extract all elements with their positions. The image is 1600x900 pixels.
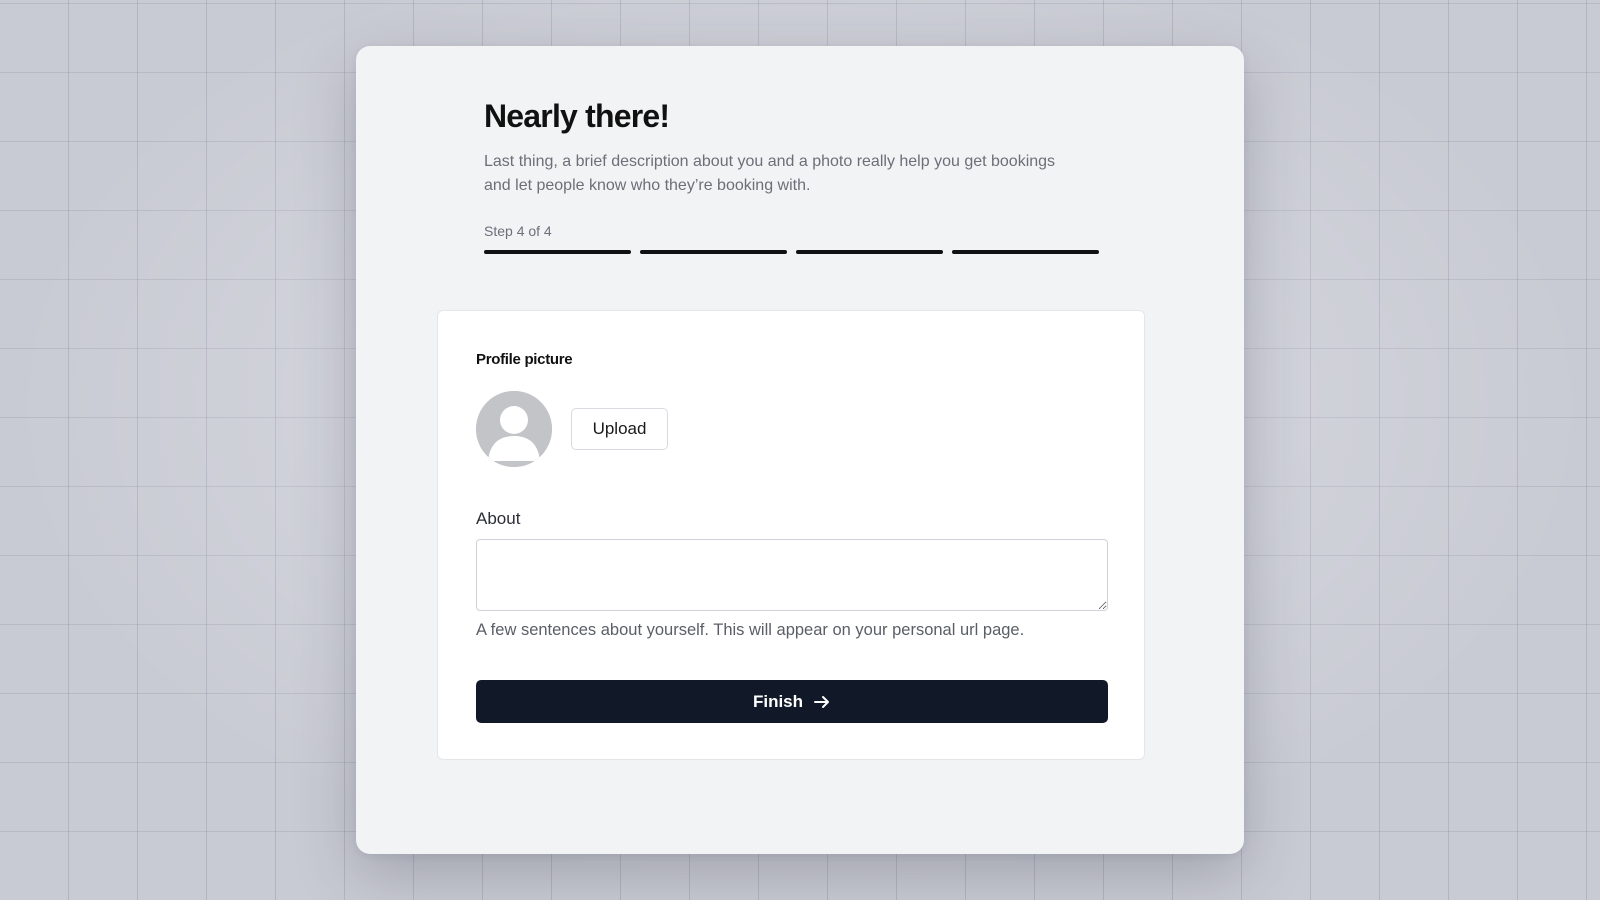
default-user-avatar-icon: [476, 391, 552, 467]
onboarding-card: Nearly there! Last thing, a brief descri…: [356, 46, 1244, 854]
about-helper-text: A few sentences about yourself. This wil…: [476, 621, 1025, 639]
step-bar-1: [484, 250, 631, 254]
upload-button[interactable]: Upload: [571, 408, 668, 450]
profile-picture-label: Profile picture: [476, 351, 573, 368]
step-bar-2: [640, 250, 787, 254]
step-bar-4: [952, 250, 1099, 254]
finish-button-label: Finish: [752, 691, 804, 711]
arrow-right-icon: [813, 693, 831, 711]
page-title: Nearly there!: [484, 98, 670, 134]
finish-button[interactable]: Finish: [476, 680, 1108, 723]
step-indicator-text: Step 4 of 4: [484, 223, 552, 239]
onboarding-header: Nearly there! Last thing, a brief descri…: [484, 96, 1104, 254]
page-subtitle: Last thing, a brief description about yo…: [484, 153, 1056, 194]
step-progress: [484, 250, 1104, 254]
profile-form-panel: Profile picture Upload About A few sente…: [437, 310, 1145, 760]
step-bar-3: [796, 250, 943, 254]
about-label: About: [476, 509, 521, 528]
about-textarea[interactable]: [476, 539, 1108, 611]
